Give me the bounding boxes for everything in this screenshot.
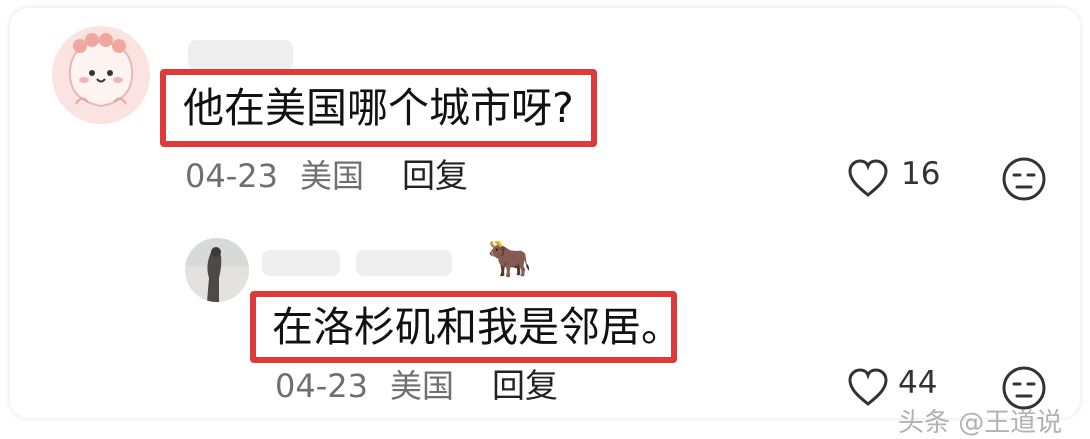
like-count: 16 [901,156,941,192]
reply-button[interactable]: 回复 [492,366,558,406]
heart-icon[interactable] [846,366,890,410]
cow-badge-icon: 🐂 [487,239,532,280]
reply-text: 在洛杉矶和我是邻居。 [272,303,682,351]
reply-username-blurred[interactable] [262,250,340,276]
watermark: 头条 @王道说 [898,408,1063,438]
reply-user-avatar[interactable] [185,238,249,302]
reply-button[interactable]: 回复 [402,156,468,196]
reply-date: 04-23 [275,367,368,405]
like-count: 44 [898,365,938,401]
photo-avatar-icon [185,238,249,302]
cartoon-avatar-icon [52,26,150,124]
heart-icon[interactable] [846,157,890,201]
reply-username-blurred-2 [356,250,452,276]
comment-date: 04-23 [185,157,278,195]
username-blurred[interactable] [188,40,293,70]
reaction-face-icon[interactable] [1000,155,1048,203]
reply-location: 美国 [390,367,455,405]
user-avatar[interactable] [52,26,150,124]
comment-text: 他在美国哪个城市呀? [183,84,574,132]
comment-location: 美国 [300,157,365,195]
